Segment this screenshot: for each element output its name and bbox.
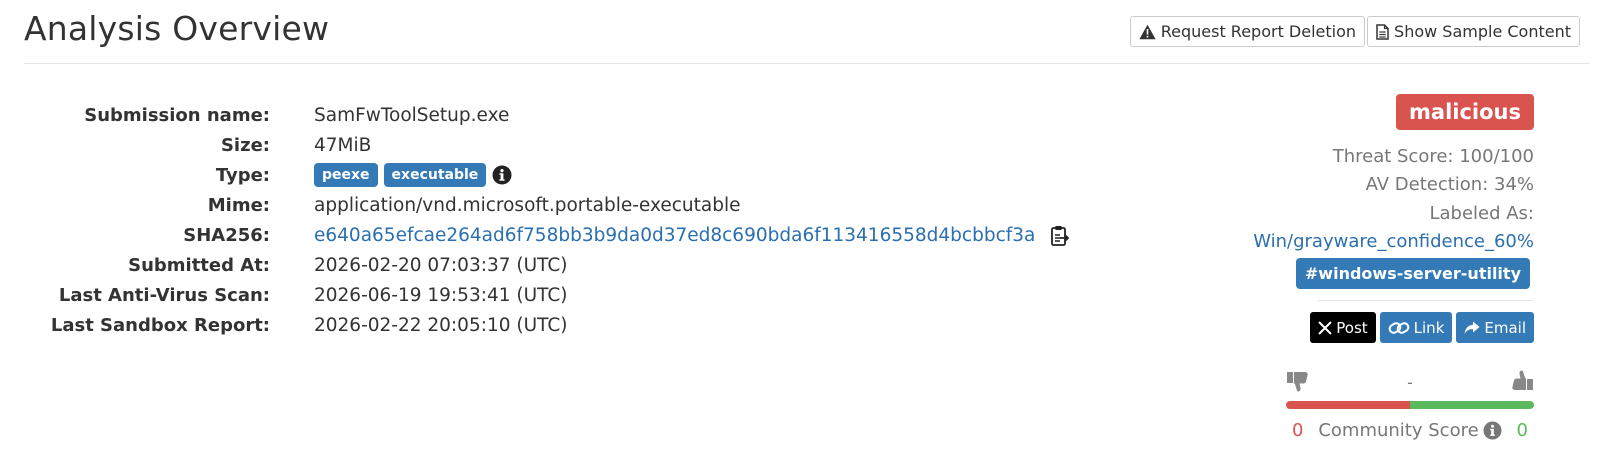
verdict-badge: malicious [1396, 94, 1534, 130]
detail-row-type: Type: peexe executable [0, 160, 1200, 190]
show-sample-content-button[interactable]: Show Sample Content [1367, 16, 1580, 47]
link-button[interactable]: Link [1379, 312, 1453, 343]
share-arrow-icon [1464, 321, 1480, 334]
detail-label: Last Anti-Virus Scan: [58, 284, 270, 306]
community-score-label: Community Score [1318, 419, 1479, 441]
detail-label: Size: [220, 134, 270, 156]
last-av-scan-value: 2026-06-19 19:53:41 (UTC) [314, 284, 568, 306]
detail-label: Last Sandbox Report: [50, 314, 270, 336]
share-buttons: Post Link Email [1310, 312, 1534, 343]
sha256-value: e640a65efcae264ad6f758bb3b9da0d37ed8c690… [314, 220, 1070, 250]
thumbs-up-icon[interactable] [1508, 368, 1534, 392]
detail-label: Type: [215, 164, 270, 186]
detail-row-last-av-scan: Last Anti-Virus Scan: 2026-06-19 19:53:4… [0, 280, 1200, 310]
email-button[interactable]: Email [1456, 312, 1534, 343]
page-title: Analysis Overview [24, 9, 330, 48]
labeled-as-label: Labeled As: [1429, 203, 1534, 224]
vote-row: - [1286, 368, 1534, 398]
email-label: Email [1484, 318, 1526, 337]
labeled-as-line: Win/grayware_confidence_60% [1253, 231, 1534, 252]
info-icon[interactable] [1483, 421, 1502, 440]
link-label: Link [1413, 318, 1445, 337]
size-value: 47MiB [314, 134, 372, 156]
detail-label: Submission name: [84, 104, 270, 126]
header-actions: Request Report Deletion Show Sample Cont… [1129, 16, 1580, 47]
community-score-bar-negative [1286, 401, 1410, 409]
x-post-button[interactable]: Post [1310, 312, 1376, 343]
request-report-deletion-label: Request Report Deletion [1160, 22, 1357, 41]
page-header: Analysis Overview Request Report Deletio… [24, 0, 1590, 64]
vote-separator: - [1407, 373, 1413, 392]
file-text-icon [1376, 23, 1389, 40]
show-sample-content-label: Show Sample Content [1394, 22, 1571, 41]
x-post-label: Post [1336, 318, 1368, 337]
detail-row-submission-name: Submission name: SamFwToolSetup.exe [0, 100, 1200, 130]
community-score-label-group: Community Score [1318, 419, 1502, 441]
community-score-bar [1286, 401, 1534, 409]
community-score-bar-positive [1410, 401, 1534, 409]
detail-row-size: Size: 47MiB [0, 130, 1200, 160]
info-icon[interactable] [492, 165, 512, 185]
detail-label: Mime: [207, 194, 270, 216]
divider [1318, 300, 1534, 301]
detail-label: SHA256: [183, 224, 270, 246]
detail-row-mime: Mime: application/vnd.microsoft.portable… [0, 190, 1200, 220]
positive-votes: 0 [1516, 419, 1528, 441]
threat-tag[interactable]: #windows-server-utility [1295, 258, 1530, 289]
request-report-deletion-button[interactable]: Request Report Deletion [1129, 16, 1366, 47]
warning-icon [1139, 24, 1156, 39]
detail-label: Submitted At: [128, 254, 270, 276]
community-score-row: 0 Community Score 0 [1286, 418, 1534, 442]
mime-value: application/vnd.microsoft.portable-execu… [314, 194, 741, 216]
labeled-as-link[interactable]: Win/grayware_confidence_60% [1253, 231, 1534, 252]
submission-name-value: SamFwToolSetup.exe [314, 104, 510, 126]
negative-votes: 0 [1292, 419, 1304, 441]
copy-clipboard-icon[interactable] [1051, 225, 1070, 246]
submitted-at-value: 2026-02-20 07:03:37 (UTC) [314, 254, 568, 276]
detail-row-last-sandbox-report: Last Sandbox Report: 2026-02-22 20:05:10… [0, 310, 1200, 340]
type-tag-executable[interactable]: executable [383, 163, 487, 187]
threat-score: Threat Score: 100/100 [1332, 146, 1534, 167]
sha256-link[interactable]: e640a65efcae264ad6f758bb3b9da0d37ed8c690… [314, 225, 1035, 246]
last-sandbox-report-value: 2026-02-22 20:05:10 (UTC) [314, 314, 568, 336]
av-detection: AV Detection: 34% [1365, 174, 1534, 195]
detail-row-sha256: SHA256: e640a65efcae264ad6f758bb3b9da0d3… [0, 220, 1200, 250]
link-icon [1388, 321, 1409, 334]
detail-row-submitted-at: Submitted At: 2026-02-20 07:03:37 (UTC) [0, 250, 1200, 280]
type-tag-peexe[interactable]: peexe [314, 163, 378, 187]
type-value: peexe executable [314, 160, 512, 190]
x-logo-icon [1318, 320, 1332, 335]
